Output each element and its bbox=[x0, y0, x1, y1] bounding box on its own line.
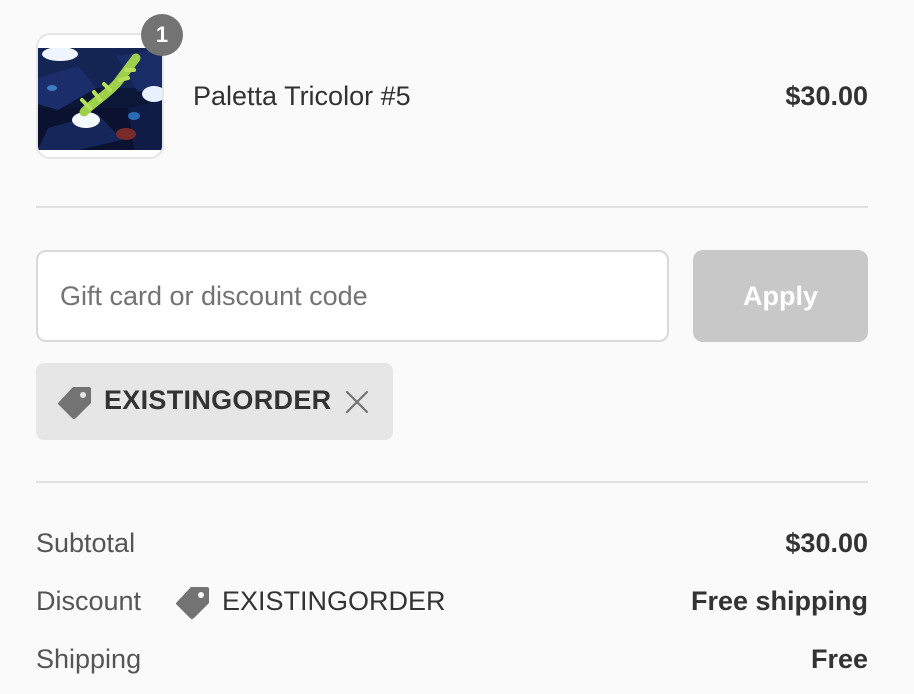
discount-code-label: EXISTINGORDER bbox=[222, 586, 446, 616]
shipping-value: Free bbox=[810, 644, 868, 674]
applied-discount-tag: EXISTINGORDER bbox=[36, 363, 393, 440]
subtotal-value: $30.00 bbox=[785, 528, 868, 558]
product-name: Paletta Tricolor #5 bbox=[193, 81, 411, 111]
product-image bbox=[38, 48, 162, 150]
applied-code-label: EXISTINGORDER bbox=[104, 385, 332, 415]
product-thumbnail bbox=[36, 33, 164, 159]
discount-value: Free shipping bbox=[690, 586, 868, 616]
tag-icon bbox=[176, 587, 209, 619]
quantity-badge: 1 bbox=[141, 14, 183, 56]
close-icon[interactable] bbox=[344, 389, 370, 415]
divider bbox=[36, 206, 868, 208]
apply-button[interactable]: Apply bbox=[693, 250, 868, 342]
shipping-label: Shipping bbox=[36, 644, 142, 674]
discount-code-input[interactable] bbox=[36, 250, 669, 342]
order-summary: 1 Paletta Tricolor #5 $30.00 Apply EXIST… bbox=[0, 0, 914, 694]
subtotal-label: Subtotal bbox=[36, 528, 136, 558]
line-item: 1 Paletta Tricolor #5 $30.00 bbox=[36, 14, 868, 163]
product-price: $30.00 bbox=[785, 81, 868, 111]
tag-icon bbox=[58, 387, 91, 419]
discount-label: Discount bbox=[36, 586, 142, 616]
divider bbox=[36, 481, 868, 483]
